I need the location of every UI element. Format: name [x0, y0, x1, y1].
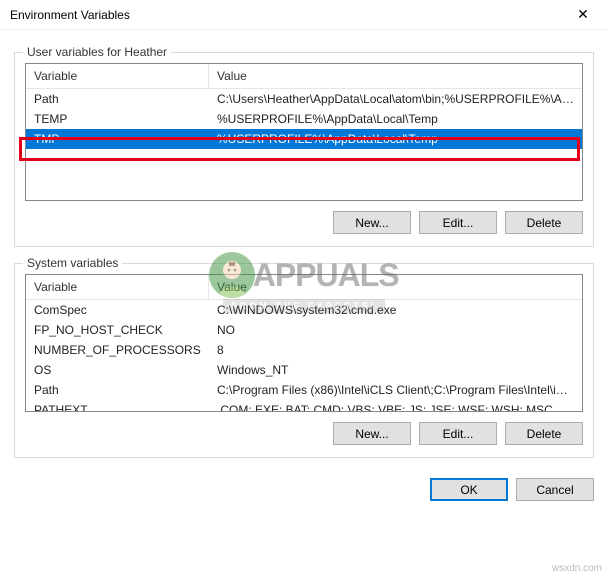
footer-watermark: wsxdn.com: [552, 563, 602, 574]
cell-variable: Path: [26, 380, 209, 400]
dialog-content: User variables for Heather Variable Valu…: [0, 30, 608, 468]
user-buttons-row: New... Edit... Delete: [25, 211, 583, 234]
user-new-button[interactable]: New...: [333, 211, 411, 234]
window-title: Environment Variables: [10, 8, 130, 22]
cell-value: C:\WINDOWS\system32\cmd.exe: [209, 300, 582, 320]
user-list-header: Variable Value: [26, 64, 582, 89]
column-header-value[interactable]: Value: [209, 275, 582, 299]
cell-variable: TMP: [26, 129, 209, 149]
cell-variable: NUMBER_OF_PROCESSORS: [26, 340, 209, 360]
system-edit-button[interactable]: Edit...: [419, 422, 497, 445]
column-header-variable[interactable]: Variable: [26, 64, 209, 88]
cell-value: %USERPROFILE%\AppData\Local\Temp: [209, 109, 582, 129]
cell-value: C:\Users\Heather\AppData\Local\atom\bin;…: [209, 89, 582, 109]
user-variables-list[interactable]: Variable Value PathC:\Users\Heather\AppD…: [25, 63, 583, 201]
table-row[interactable]: TEMP%USERPROFILE%\AppData\Local\Temp: [26, 109, 582, 129]
user-variables-group: User variables for Heather Variable Valu…: [14, 52, 594, 247]
system-new-button[interactable]: New...: [333, 422, 411, 445]
titlebar: Environment Variables ✕: [0, 0, 608, 30]
cell-value: %USERPROFILE%\AppData\Local\Temp: [209, 129, 582, 149]
table-row[interactable]: PATHEXT.COM;.EXE;.BAT;.CMD;.VBS;.VBE;.JS…: [26, 400, 582, 412]
cell-value: NO: [209, 320, 582, 340]
close-button[interactable]: ✕: [563, 1, 603, 29]
table-row[interactable]: PathC:\Program Files (x86)\Intel\iCLS Cl…: [26, 380, 582, 400]
system-list-header: Variable Value: [26, 275, 582, 300]
table-row[interactable]: PathC:\Users\Heather\AppData\Local\atom\…: [26, 89, 582, 109]
cell-value: Windows_NT: [209, 360, 582, 380]
user-delete-button[interactable]: Delete: [505, 211, 583, 234]
table-row[interactable]: FP_NO_HOST_CHECKNO: [26, 320, 582, 340]
ok-button[interactable]: OK: [430, 478, 508, 501]
cell-value: 8: [209, 340, 582, 360]
cell-variable: OS: [26, 360, 209, 380]
cell-variable: PATHEXT: [26, 400, 209, 412]
system-variables-group: System variables Variable Value ComSpecC…: [14, 263, 594, 458]
system-buttons-row: New... Edit... Delete: [25, 422, 583, 445]
column-header-value[interactable]: Value: [209, 64, 582, 88]
cancel-button[interactable]: Cancel: [516, 478, 594, 501]
cell-value: .COM;.EXE;.BAT;.CMD;.VBS;.VBE;.JS;.JSE;.…: [209, 400, 582, 412]
system-variables-legend: System variables: [23, 256, 122, 270]
system-delete-button[interactable]: Delete: [505, 422, 583, 445]
dialog-buttons-row: OK Cancel: [0, 468, 608, 511]
cell-variable: ComSpec: [26, 300, 209, 320]
cell-variable: TEMP: [26, 109, 209, 129]
table-row[interactable]: ComSpecC:\WINDOWS\system32\cmd.exe: [26, 300, 582, 320]
user-edit-button[interactable]: Edit...: [419, 211, 497, 234]
table-row[interactable]: NUMBER_OF_PROCESSORS8: [26, 340, 582, 360]
cell-value: C:\Program Files (x86)\Intel\iCLS Client…: [209, 380, 582, 400]
cell-variable: Path: [26, 89, 209, 109]
table-row[interactable]: OSWindows_NT: [26, 360, 582, 380]
system-variables-list[interactable]: Variable Value ComSpecC:\WINDOWS\system3…: [25, 274, 583, 412]
user-variables-legend: User variables for Heather: [23, 45, 171, 59]
close-icon: ✕: [577, 6, 589, 23]
column-header-variable[interactable]: Variable: [26, 275, 209, 299]
table-row[interactable]: TMP%USERPROFILE%\AppData\Local\Temp: [26, 129, 582, 149]
cell-variable: FP_NO_HOST_CHECK: [26, 320, 209, 340]
